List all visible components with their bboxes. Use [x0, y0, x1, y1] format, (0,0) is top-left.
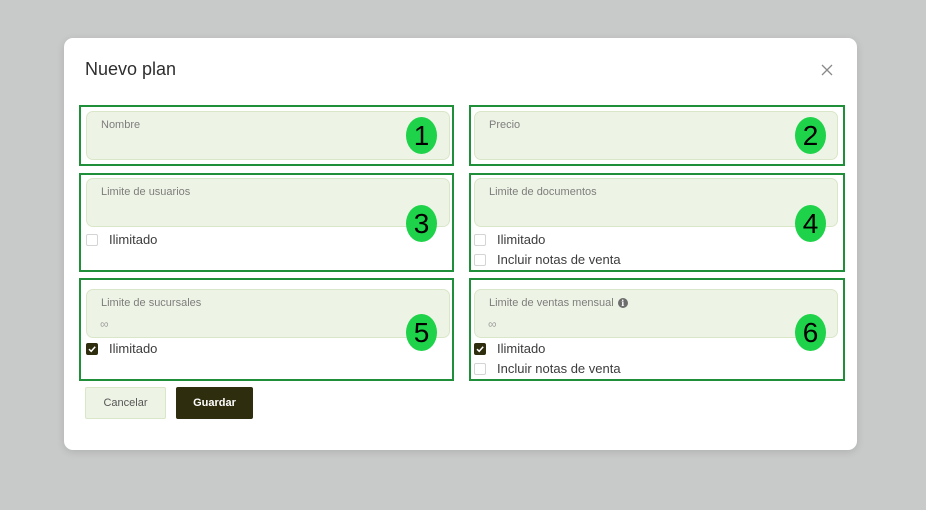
sucursales-label: Limite de sucursales — [101, 297, 202, 309]
sucursales-unlimited-label: Ilimitado — [109, 341, 158, 356]
annotation-badge-1: 1 — [406, 117, 437, 154]
annotation-badge-2: 2 — [795, 117, 826, 154]
checkbox-box[interactable] — [474, 233, 486, 246]
save-button[interactable]: Guardar — [176, 387, 253, 419]
checkbox-box-checked[interactable] — [474, 342, 486, 355]
ventas-label: Limite de ventas mensual — [489, 297, 614, 309]
usuarios-input[interactable] — [100, 203, 380, 223]
precio-input[interactable] — [488, 136, 768, 156]
documentos-input[interactable] — [488, 203, 768, 223]
usuarios-label: Limite de usuarios — [101, 186, 191, 198]
cancel-button[interactable]: Cancelar — [85, 387, 166, 419]
annotation-badge-6: 6 — [795, 314, 826, 351]
sucursales-unlimited-checkbox[interactable]: Ilimitado — [86, 341, 157, 356]
checkmark-icon — [476, 345, 484, 352]
documentos-notas-label: Incluir notas de venta — [497, 252, 621, 267]
ventas-unlimited-label: Ilimitado — [497, 341, 546, 356]
ventas-field[interactable]: Limite de ventas mensual i — [474, 289, 838, 338]
checkbox-box[interactable] — [474, 362, 486, 375]
checkbox-box[interactable] — [86, 233, 98, 246]
annotation-badge-4: 4 — [795, 205, 826, 242]
documentos-notas-checkbox[interactable]: Incluir notas de venta — [474, 252, 621, 267]
annotation-badge-3: 3 — [406, 205, 437, 242]
section-sucursales: Limite de sucursales 5 Ilimitado — [79, 278, 454, 381]
section-usuarios: Limite de usuarios 3 Ilimitado — [79, 173, 454, 272]
nombre-field[interactable]: Nombre — [86, 111, 450, 160]
nombre-label: Nombre — [101, 119, 141, 131]
usuarios-unlimited-label: Ilimitado — [109, 232, 158, 247]
checkbox-box-checked[interactable] — [86, 342, 98, 355]
ventas-label-group: Limite de ventas mensual i — [489, 297, 628, 309]
ventas-notas-label: Incluir notas de venta — [497, 361, 621, 376]
documentos-unlimited-checkbox[interactable]: Ilimitado — [474, 232, 545, 247]
section-documentos: Limite de documentos 4 Ilimitado Incluir… — [469, 173, 845, 272]
new-plan-modal: Nuevo plan Nombre 1 Precio 2 Limite de u… — [64, 38, 857, 450]
ventas-notas-checkbox[interactable]: Incluir notas de venta — [474, 361, 621, 376]
annotation-badge-5: 5 — [406, 314, 437, 351]
documentos-field[interactable]: Limite de documentos — [474, 178, 838, 227]
ventas-input[interactable] — [488, 314, 768, 334]
sucursales-field[interactable]: Limite de sucursales — [86, 289, 450, 338]
checkbox-box[interactable] — [474, 253, 486, 266]
documentos-unlimited-label: Ilimitado — [497, 232, 546, 247]
close-icon[interactable] — [819, 62, 835, 78]
usuarios-unlimited-checkbox[interactable]: Ilimitado — [86, 232, 157, 247]
modal-title: Nuevo plan — [85, 59, 177, 79]
ventas-unlimited-checkbox[interactable]: Ilimitado — [474, 341, 545, 356]
sucursales-input[interactable] — [100, 314, 380, 334]
section-nombre: Nombre 1 — [79, 105, 454, 166]
precio-field[interactable]: Precio — [474, 111, 838, 160]
info-icon[interactable]: i — [617, 298, 628, 308]
section-precio: Precio 2 — [469, 105, 845, 166]
usuarios-field[interactable]: Limite de usuarios — [86, 178, 450, 227]
nombre-input[interactable] — [100, 136, 380, 156]
section-ventas: Limite de ventas mensual i 6 Ilimitado I… — [469, 278, 845, 381]
precio-label: Precio — [489, 119, 521, 131]
checkmark-icon — [88, 345, 96, 352]
documentos-label: Limite de documentos — [489, 186, 597, 198]
